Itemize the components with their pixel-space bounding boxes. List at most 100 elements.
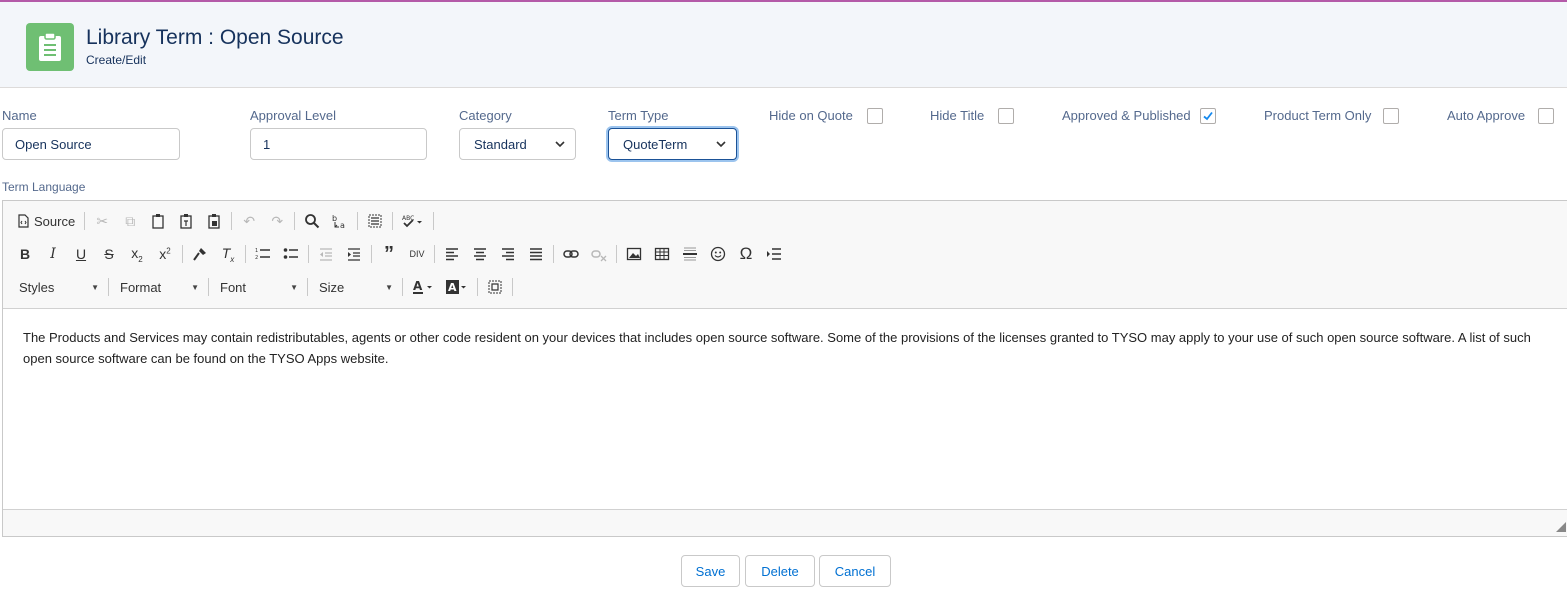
italic-icon[interactable]: I [39,241,67,267]
copy-format-icon[interactable] [186,241,214,267]
strikethrough-icon[interactable]: S [95,241,123,267]
spellcheck-icon[interactable]: ABC [396,208,430,234]
toolbar-separator [434,245,435,263]
indent-icon[interactable] [340,241,368,267]
bold-icon[interactable]: B [11,241,39,267]
toolbar-separator [84,212,86,230]
underline-icon[interactable]: U [67,241,95,267]
align-center-icon[interactable] [466,241,494,267]
smiley-icon[interactable] [704,241,732,267]
toolbar-separator [307,278,308,296]
product-term-only-label: Product Term Only [1264,108,1372,123]
category-value: Standard [474,136,527,152]
category-select[interactable]: Standard [459,128,576,160]
approval-level-label: Approval Level [250,108,336,123]
paste-icon[interactable] [144,208,172,234]
page-subtitle: Create/Edit [86,53,147,67]
source-label: Source [34,213,76,229]
auto-approve-checkbox[interactable] [1538,108,1554,124]
term-type-label: Term Type [608,108,669,123]
caret-down-icon: ▼ [290,282,298,292]
hide-on-quote-checkbox[interactable] [867,108,883,124]
toolbar-separator [512,278,513,296]
approval-level-input[interactable]: 1 [250,128,427,160]
font-combo-label: Font [220,279,247,295]
toolbar-row-1: Source ✂ ⧉ ↶ ↷ ba ABC [11,207,437,235]
bulleted-list-icon[interactable] [277,241,305,267]
maximize-icon[interactable] [481,274,509,300]
chevron-down-icon [716,141,726,148]
styles-combo[interactable]: Styles ▼ [11,275,105,299]
format-combo[interactable]: Format ▼ [112,275,205,299]
delete-button[interactable]: Delete [745,555,815,587]
toolbar-row-2: B I U S x2 x2 Tx 12 ” DIV Ω [11,240,788,268]
format-combo-label: Format [120,279,162,295]
page-break-icon[interactable] [760,241,788,267]
approved-published-checkbox[interactable] [1200,108,1216,124]
find-icon[interactable] [298,208,326,234]
toolbar-separator [392,212,394,230]
name-input[interactable]: Open Source [2,128,180,160]
source-button[interactable]: Source [11,208,81,234]
toolbar-separator [294,212,296,230]
chevron-down-icon [555,141,565,148]
clipboard-icon [26,23,74,71]
svg-text:A: A [448,281,457,294]
cancel-button[interactable]: Cancel [819,555,891,587]
image-icon[interactable] [620,241,648,267]
toolbar-separator [182,245,183,263]
toolbar-separator [477,278,478,296]
link-icon[interactable] [557,241,585,267]
cut-icon[interactable]: ✂ [88,208,116,234]
checkmark-icon [1203,111,1213,121]
toolbar-separator [616,245,617,263]
background-color-icon[interactable]: A [440,274,474,300]
redo-icon[interactable]: ↷ [263,208,291,234]
paste-word-icon[interactable] [200,208,228,234]
approved-published-label: Approved & Published [1062,108,1191,123]
horizontal-line-icon[interactable] [676,241,704,267]
term-type-select[interactable]: QuoteTerm [608,128,737,160]
hide-title-checkbox[interactable] [998,108,1014,124]
align-right-icon[interactable] [494,241,522,267]
special-char-icon[interactable]: Ω [732,241,760,267]
unlink-icon[interactable] [585,241,613,267]
justify-icon[interactable] [522,241,550,267]
name-label: Name [2,108,37,123]
caret-down-icon: ▼ [91,282,99,292]
term-language-label: Term Language [2,180,86,194]
numbered-list-icon[interactable]: 12 [249,241,277,267]
editor-content[interactable]: The Products and Services may contain re… [23,327,1553,369]
table-icon[interactable] [648,241,676,267]
remove-format-icon[interactable]: Tx [214,241,242,267]
outdent-icon[interactable] [312,241,340,267]
source-icon [18,214,29,228]
align-left-icon[interactable] [438,241,466,267]
blockquote-icon[interactable]: ” [375,241,403,267]
category-label: Category [459,108,512,123]
product-term-only-checkbox[interactable] [1383,108,1399,124]
size-combo[interactable]: Size ▼ [311,275,399,299]
subscript-icon[interactable]: x2 [123,241,151,267]
replace-icon[interactable]: ba [326,208,354,234]
create-div-icon[interactable]: DIV [403,241,431,267]
select-all-icon[interactable] [361,208,389,234]
size-combo-label: Size [319,279,345,295]
font-combo[interactable]: Font ▼ [212,275,304,299]
svg-text:1: 1 [255,248,258,254]
styles-combo-label: Styles [19,279,55,295]
save-button[interactable]: Save [681,555,740,587]
toolbar-separator [231,212,233,230]
editor-status-bar [3,509,1567,536]
toolbar-separator [553,245,554,263]
superscript-icon[interactable]: x2 [151,241,179,267]
toolbar-separator [245,245,246,263]
text-color-icon[interactable]: A [406,274,440,300]
svg-text:a: a [340,221,345,229]
page-header: Library Term : Open Source Create/Edit [0,2,1567,88]
copy-icon[interactable]: ⧉ [116,208,144,234]
term-type-value: QuoteTerm [623,136,688,152]
undo-icon[interactable]: ↶ [235,208,263,234]
resize-handle-icon[interactable] [1556,522,1566,532]
paste-text-icon[interactable] [172,208,200,234]
